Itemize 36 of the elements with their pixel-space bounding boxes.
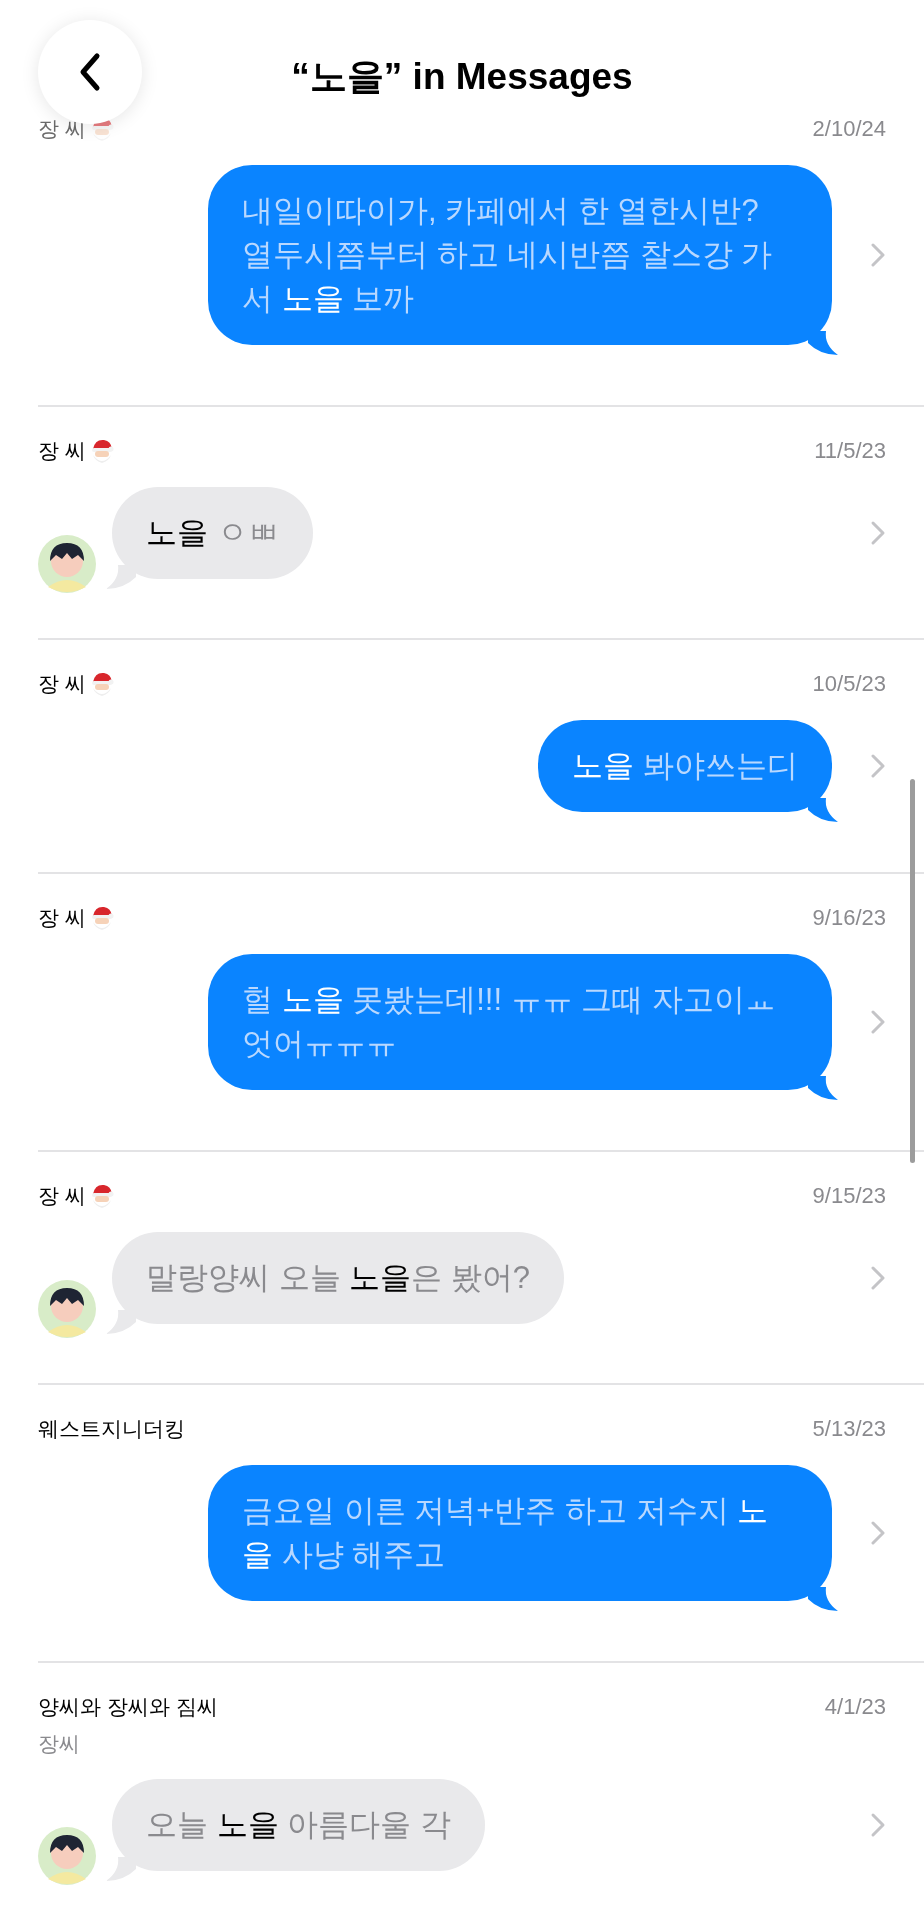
header-title: “노을” in Messages [291,55,633,99]
message-bubble[interactable]: 헐 노을 못봤는데!!! ㅠㅠ 그때 자고이ㅛ엇어ㅠㅠㅠ [208,954,832,1090]
message-date: 5/13/23 [812,1416,886,1442]
bubble-tail [808,1587,838,1613]
chevron-icon [870,753,886,779]
bubble-tail [808,331,838,357]
message-date: 9/15/23 [812,1183,886,1209]
avatar [38,535,96,593]
avatar [38,1280,96,1338]
message-bubble[interactable]: 오늘 노을 아름다울 각 [112,1779,485,1871]
chevron-icon [870,520,886,546]
message-bubble[interactable]: 내일이따이가, 카페에서 한 열한시반? 열두시쯤부터 하고 네시반쯤 찰스강 가서 노을 보까 [208,165,832,345]
chevron-icon [870,1520,886,1546]
message-bubble[interactable]: 금요일 이른 저녁+반주 하고 저수지 노을 사냥 해주고 [208,1465,832,1601]
message-date: 4/1/23 [824,1694,886,1720]
message-date: 9/16/23 [812,905,886,931]
bubble-tail [808,1076,838,1102]
chevron-icon [870,1812,886,1838]
sender-name: 장 씨 [38,671,86,697]
sender-subname: 장씨 [38,1731,81,1757]
chevron-icon [870,1265,886,1291]
sender-name: 양씨와 장씨와 짐씨 [38,1694,218,1720]
avatar [38,1827,96,1885]
sender-name: 웨스트지니더킹 [38,1416,185,1442]
message-bubble[interactable]: 노을 ㅇㅃ [112,487,313,579]
sender-name: 장 씨 [38,1183,86,1209]
message-date: 2/10/24 [812,116,886,142]
message-bubble[interactable]: 노을 봐야쓰는디 [538,720,832,812]
message-date: 11/5/23 [814,438,886,464]
sender-name: 장 씨 [38,438,86,464]
chevron-icon [870,242,886,268]
sender-name: 장 씨 [38,905,86,931]
bubble-tail [808,798,838,824]
message-date: 10/5/23 [812,671,886,697]
chevron-icon [870,1009,886,1035]
message-bubble[interactable]: 말랑양씨 오늘 노을은 봤어? [112,1232,565,1324]
